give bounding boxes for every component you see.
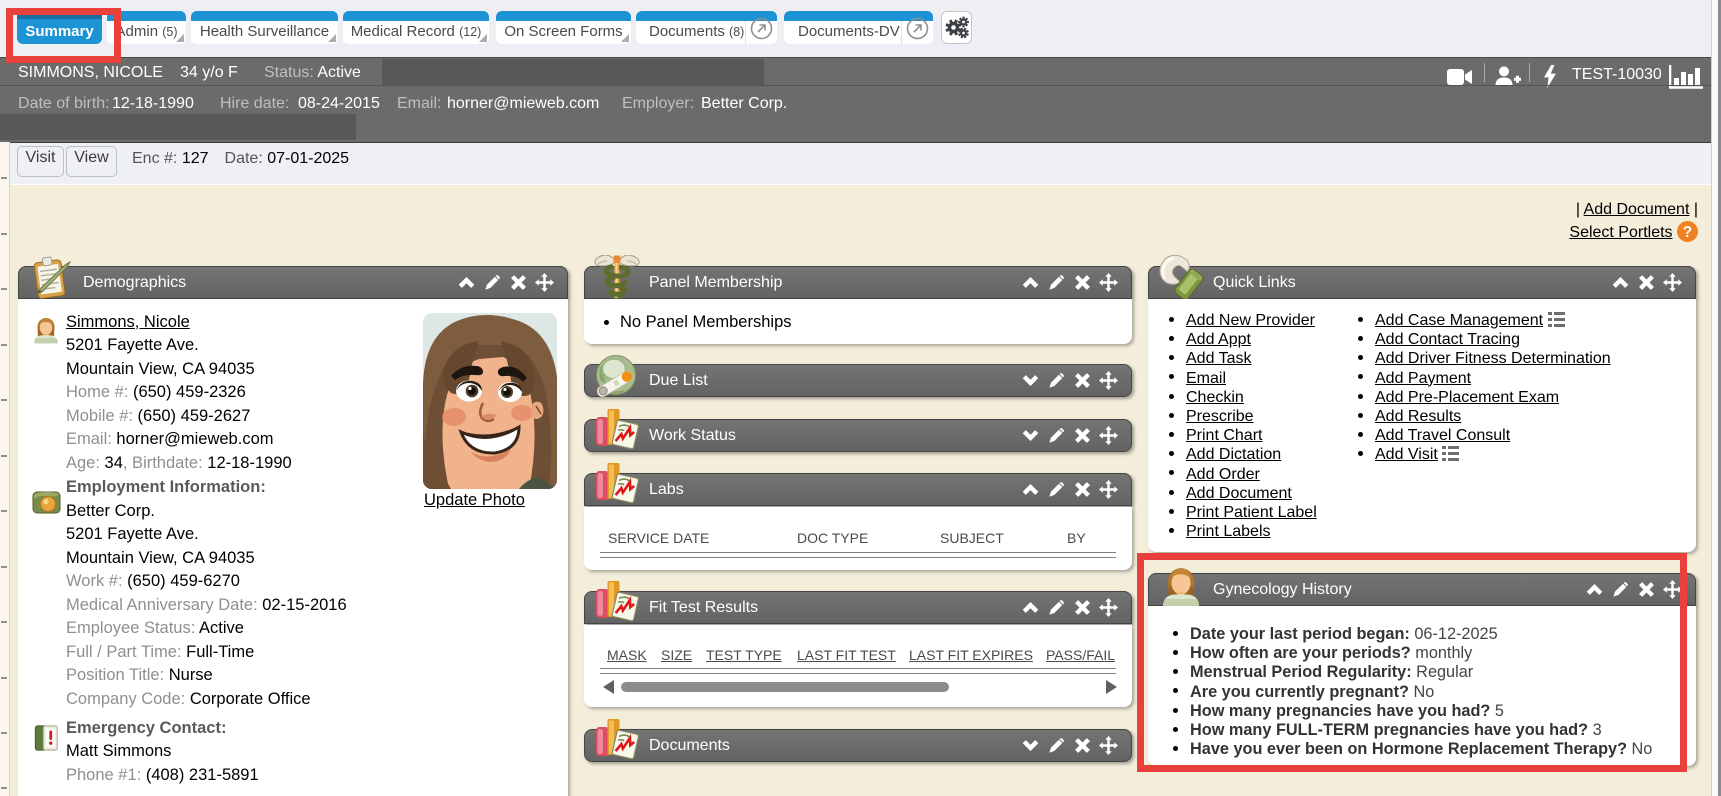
svg-text:?: ? (1683, 224, 1692, 241)
